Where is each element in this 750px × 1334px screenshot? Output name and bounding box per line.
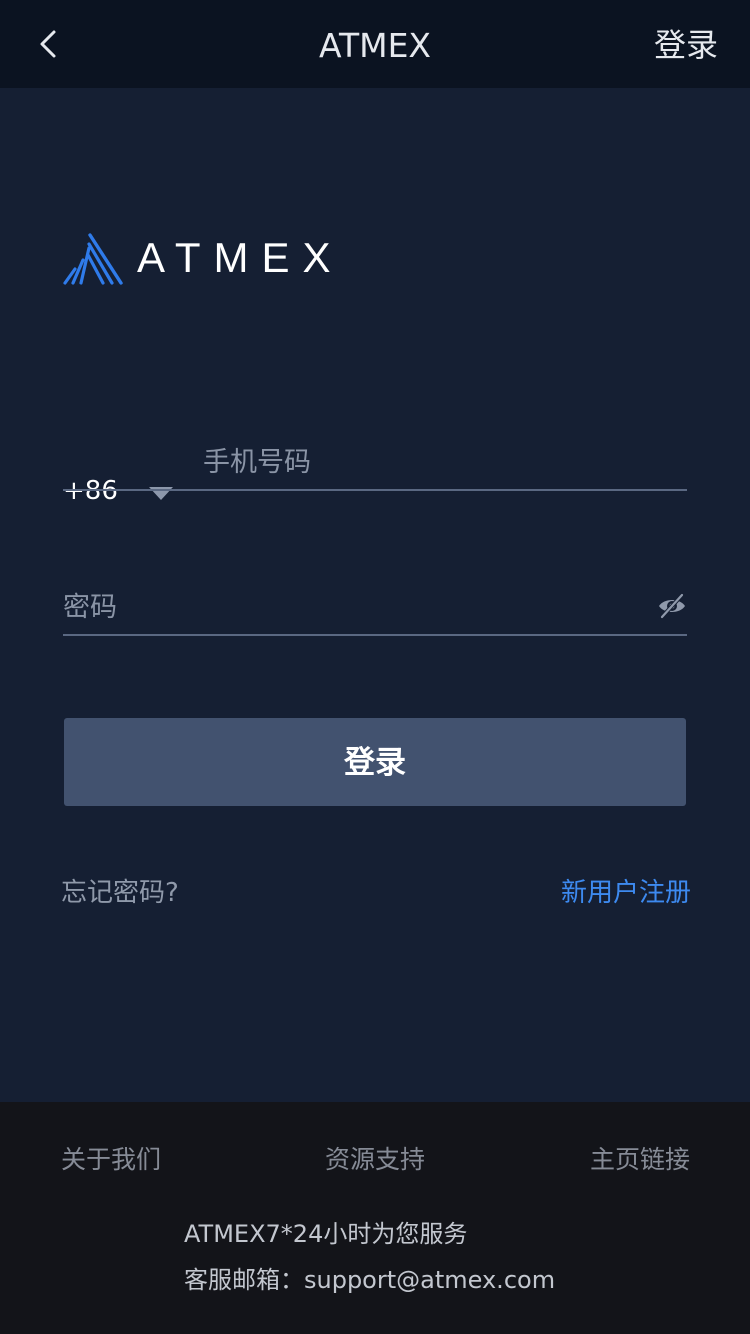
back-button[interactable] <box>30 22 74 66</box>
page-title: ATMEX <box>318 26 432 65</box>
eye-off-icon <box>659 592 685 620</box>
atmex-logo: ATMEX <box>63 230 344 286</box>
atmex-logo-mark-icon <box>63 233 123 285</box>
password-underline <box>63 634 687 636</box>
phone-field-row: +86 <box>63 420 687 506</box>
logo-text: ATMEX <box>137 234 344 281</box>
footer-service-text: ATMEX7*24小时为您服务 <box>184 1220 468 1248</box>
phone-underline <box>63 489 687 491</box>
toggle-password-visibility-button[interactable] <box>657 591 687 621</box>
footer-link-homepage[interactable]: 主页链接 <box>590 1140 690 1176</box>
country-code-selector[interactable]: +86 <box>63 476 118 506</box>
footer-support-email: 客服邮箱：support@atmex.com <box>184 1266 556 1294</box>
navbar: ATMEX 登录 <box>0 0 750 88</box>
password-field-row <box>63 575 687 637</box>
password-input[interactable] <box>63 587 623 627</box>
phone-number-input[interactable] <box>203 440 687 484</box>
chevron-left-icon <box>40 30 56 58</box>
forgot-password-link[interactable]: 忘记密码? <box>61 872 179 909</box>
footer: 关于我们 资源支持 主页链接 ATMEX7*24小时为您服务 客服邮箱：supp… <box>0 1102 750 1334</box>
nav-login-link[interactable]: 登录 <box>654 0 718 88</box>
login-button[interactable]: 登录 <box>64 718 686 806</box>
register-link[interactable]: 新用户注册 <box>561 872 691 909</box>
